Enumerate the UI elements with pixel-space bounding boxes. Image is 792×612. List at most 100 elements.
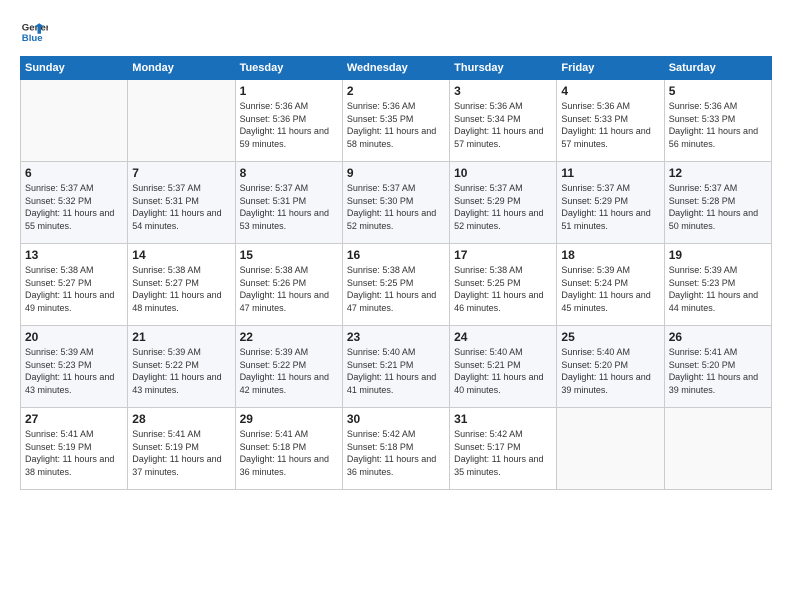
- calendar-cell: 8Sunrise: 5:37 AM Sunset: 5:31 PM Daylig…: [235, 162, 342, 244]
- day-number: 21: [132, 330, 230, 344]
- calendar-cell: 15 Sunrise: 5:38 AM Sunset: 5:26 PM Dayli…: [235, 244, 342, 326]
- calendar-cell: 5Sunrise: 5:36 AM Sunset: 5:33 PM Daylig…: [664, 80, 771, 162]
- cell-info: Sunrise: 5:40 AM Sunset: 5:20 PM Dayligh…: [561, 346, 659, 396]
- day-number: 7: [132, 166, 230, 180]
- cell-info: Sunrise: 5:36 AM Sunset: 5:34 PM Dayligh…: [454, 100, 552, 150]
- logo-icon: General Blue: [20, 18, 48, 46]
- cell-info: Sunrise: 5:39 AM Sunset: 5:22 PM Dayligh…: [132, 346, 230, 396]
- day-number: 23: [347, 330, 445, 344]
- calendar-cell: [664, 408, 771, 490]
- calendar-cell: 11 Sunrise: 5:37 AM Sunset: 5:29 PM Dayli…: [557, 162, 664, 244]
- calendar-cell: 3 Sunrise: 5:36 AM Sunset: 5:34 PM Daylig…: [450, 80, 557, 162]
- day-number: 20: [25, 330, 123, 344]
- calendar-cell: 29Sunrise: 5:41 AM Sunset: 5:18 PM Dayli…: [235, 408, 342, 490]
- day-number: 16: [347, 248, 445, 262]
- day-number: 4: [561, 84, 659, 98]
- day-number: 25: [561, 330, 659, 344]
- day-number: 17: [454, 248, 552, 262]
- cell-info: Sunrise: 5:37 AM Sunset: 5:32 PM Dayligh…: [25, 182, 123, 232]
- calendar-week-row: 1 Sunrise: 5:36 AM Sunset: 5:36 PM Daylig…: [21, 80, 772, 162]
- cell-info: Sunrise: 5:40 AM Sunset: 5:21 PM Dayligh…: [347, 346, 445, 396]
- calendar-cell: 4Sunrise: 5:36 AM Sunset: 5:33 PM Daylig…: [557, 80, 664, 162]
- calendar-week-row: 6 Sunrise: 5:37 AM Sunset: 5:32 PM Daylig…: [21, 162, 772, 244]
- day-number: 9: [347, 166, 445, 180]
- calendar-cell: [557, 408, 664, 490]
- cell-info: Sunrise: 5:37 AM Sunset: 5:29 PM Dayligh…: [454, 182, 552, 232]
- cell-info: Sunrise: 5:38 AM Sunset: 5:27 PM Dayligh…: [25, 264, 123, 314]
- weekday-header: Tuesday: [235, 57, 342, 80]
- calendar-cell: 18 Sunrise: 5:39 AM Sunset: 5:24 PM Dayli…: [557, 244, 664, 326]
- cell-info: Sunrise: 5:39 AM Sunset: 5:24 PM Dayligh…: [561, 264, 659, 314]
- calendar-cell: 31Sunrise: 5:42 AM Sunset: 5:17 PM Dayli…: [450, 408, 557, 490]
- day-number: 24: [454, 330, 552, 344]
- calendar-cell: 10 Sunrise: 5:37 AM Sunset: 5:29 PM Dayli…: [450, 162, 557, 244]
- day-number: 10: [454, 166, 552, 180]
- weekday-header: Friday: [557, 57, 664, 80]
- weekday-header: Sunday: [21, 57, 128, 80]
- weekday-header: Saturday: [664, 57, 771, 80]
- cell-info: Sunrise: 5:37 AM Sunset: 5:29 PM Dayligh…: [561, 182, 659, 232]
- cell-info: Sunrise: 5:41 AM Sunset: 5:19 PM Dayligh…: [25, 428, 123, 478]
- day-number: 11: [561, 166, 659, 180]
- calendar-cell: 2Sunrise: 5:36 AM Sunset: 5:35 PM Daylig…: [342, 80, 449, 162]
- page-header: General Blue: [20, 18, 772, 46]
- weekday-header-row: SundayMondayTuesdayWednesdayThursdayFrid…: [21, 57, 772, 80]
- svg-text:Blue: Blue: [22, 33, 43, 44]
- weekday-header: Wednesday: [342, 57, 449, 80]
- calendar-cell: 6 Sunrise: 5:37 AM Sunset: 5:32 PM Daylig…: [21, 162, 128, 244]
- day-number: 15: [240, 248, 338, 262]
- calendar-week-row: 13 Sunrise: 5:38 AM Sunset: 5:27 PM Dayli…: [21, 244, 772, 326]
- day-number: 31: [454, 412, 552, 426]
- day-number: 28: [132, 412, 230, 426]
- cell-info: Sunrise: 5:37 AM Sunset: 5:31 PM Dayligh…: [132, 182, 230, 232]
- svg-text:General: General: [22, 22, 48, 33]
- day-number: 5: [669, 84, 767, 98]
- calendar-week-row: 20 Sunrise: 5:39 AM Sunset: 5:23 PM Dayli…: [21, 326, 772, 408]
- cell-info: Sunrise: 5:37 AM Sunset: 5:28 PM Dayligh…: [669, 182, 767, 232]
- cell-info: Sunrise: 5:38 AM Sunset: 5:27 PM Dayligh…: [132, 264, 230, 314]
- day-number: 6: [25, 166, 123, 180]
- cell-info: Sunrise: 5:39 AM Sunset: 5:23 PM Dayligh…: [669, 264, 767, 314]
- calendar-cell: 9 Sunrise: 5:37 AM Sunset: 5:30 PM Daylig…: [342, 162, 449, 244]
- day-number: 19: [669, 248, 767, 262]
- calendar-cell: 12 Sunrise: 5:37 AM Sunset: 5:28 PM Dayli…: [664, 162, 771, 244]
- calendar-cell: 30 Sunrise: 5:42 AM Sunset: 5:18 PM Dayli…: [342, 408, 449, 490]
- calendar-cell: 16 Sunrise: 5:38 AM Sunset: 5:25 PM Dayli…: [342, 244, 449, 326]
- cell-info: Sunrise: 5:38 AM Sunset: 5:25 PM Dayligh…: [454, 264, 552, 314]
- calendar-cell: 24Sunrise: 5:40 AM Sunset: 5:21 PM Dayli…: [450, 326, 557, 408]
- cell-info: Sunrise: 5:36 AM Sunset: 5:36 PM Dayligh…: [240, 100, 338, 150]
- day-number: 14: [132, 248, 230, 262]
- calendar-cell: 23 Sunrise: 5:40 AM Sunset: 5:21 PM Dayli…: [342, 326, 449, 408]
- day-number: 2: [347, 84, 445, 98]
- calendar-cell: 7 Sunrise: 5:37 AM Sunset: 5:31 PM Daylig…: [128, 162, 235, 244]
- day-number: 18: [561, 248, 659, 262]
- calendar-cell: 22 Sunrise: 5:39 AM Sunset: 5:22 PM Dayli…: [235, 326, 342, 408]
- day-number: 12: [669, 166, 767, 180]
- cell-info: Sunrise: 5:39 AM Sunset: 5:23 PM Dayligh…: [25, 346, 123, 396]
- weekday-header: Monday: [128, 57, 235, 80]
- calendar-cell: 25 Sunrise: 5:40 AM Sunset: 5:20 PM Dayli…: [557, 326, 664, 408]
- day-number: 8: [240, 166, 338, 180]
- cell-info: Sunrise: 5:37 AM Sunset: 5:30 PM Dayligh…: [347, 182, 445, 232]
- cell-info: Sunrise: 5:41 AM Sunset: 5:18 PM Dayligh…: [240, 428, 338, 478]
- weekday-header: Thursday: [450, 57, 557, 80]
- calendar-cell: [128, 80, 235, 162]
- day-number: 3: [454, 84, 552, 98]
- cell-info: Sunrise: 5:41 AM Sunset: 5:19 PM Dayligh…: [132, 428, 230, 478]
- day-number: 13: [25, 248, 123, 262]
- calendar-cell: 13 Sunrise: 5:38 AM Sunset: 5:27 PM Dayli…: [21, 244, 128, 326]
- day-number: 30: [347, 412, 445, 426]
- cell-info: Sunrise: 5:38 AM Sunset: 5:25 PM Dayligh…: [347, 264, 445, 314]
- cell-info: Sunrise: 5:39 AM Sunset: 5:22 PM Dayligh…: [240, 346, 338, 396]
- cell-info: Sunrise: 5:41 AM Sunset: 5:20 PM Dayligh…: [669, 346, 767, 396]
- cell-info: Sunrise: 5:42 AM Sunset: 5:18 PM Dayligh…: [347, 428, 445, 478]
- calendar-cell: 17 Sunrise: 5:38 AM Sunset: 5:25 PM Dayli…: [450, 244, 557, 326]
- logo: General Blue: [20, 18, 48, 46]
- calendar-cell: 14 Sunrise: 5:38 AM Sunset: 5:27 PM Dayli…: [128, 244, 235, 326]
- calendar-cell: 20 Sunrise: 5:39 AM Sunset: 5:23 PM Dayli…: [21, 326, 128, 408]
- day-number: 27: [25, 412, 123, 426]
- day-number: 22: [240, 330, 338, 344]
- calendar-week-row: 27 Sunrise: 5:41 AM Sunset: 5:19 PM Dayli…: [21, 408, 772, 490]
- cell-info: Sunrise: 5:38 AM Sunset: 5:26 PM Dayligh…: [240, 264, 338, 314]
- day-number: 1: [240, 84, 338, 98]
